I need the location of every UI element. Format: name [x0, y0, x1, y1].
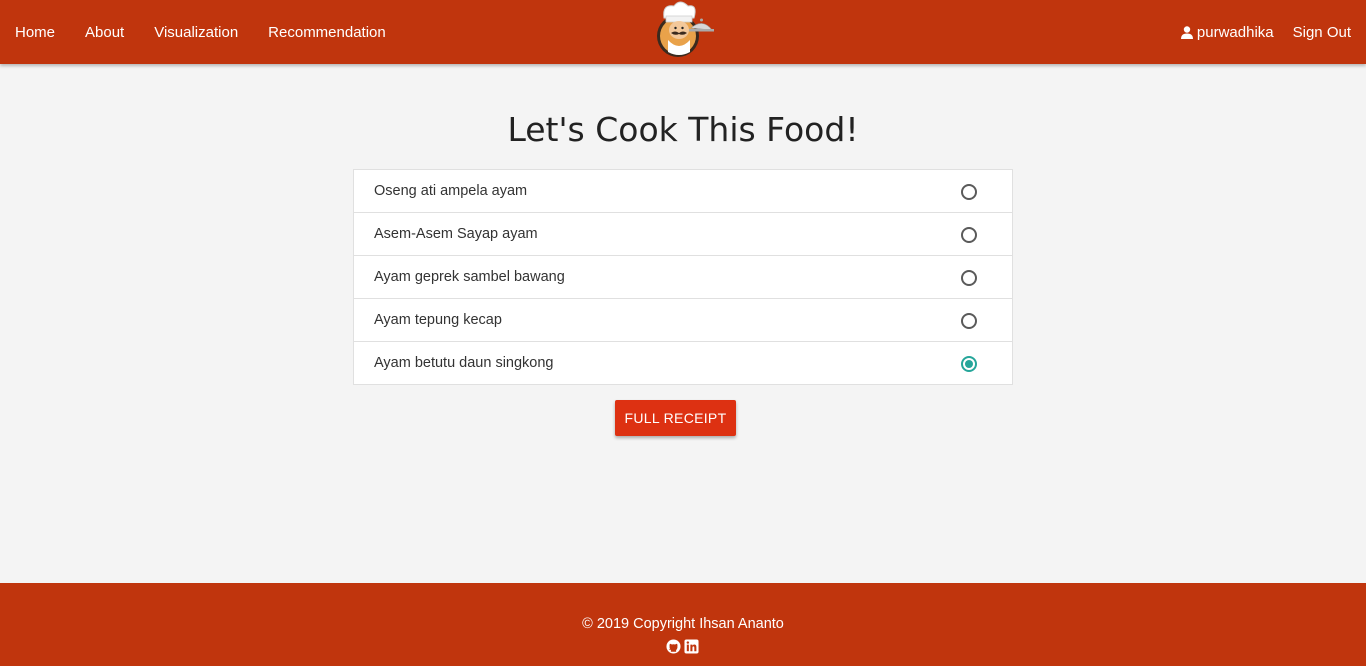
recipe-option-radio[interactable] — [961, 356, 977, 372]
nav-about-link[interactable]: About — [85, 24, 124, 41]
recipe-option[interactable]: Asem-Asem Sayap ayam — [354, 213, 1012, 256]
recipe-option-label: Oseng ati ampela ayam — [374, 183, 528, 199]
copyright-text: © 2019 Copyright Ihsan Ananto — [582, 616, 784, 632]
recipe-option-radio[interactable] — [961, 227, 977, 243]
recipe-option[interactable]: Ayam betutu daun singkong — [354, 342, 1012, 384]
page-title: Let's Cook This Food! — [507, 110, 859, 149]
linkedin-icon[interactable] — [684, 639, 699, 654]
recipe-options-list: Oseng ati ampela ayam Asem-Asem Sayap ay… — [353, 169, 1013, 385]
github-icon[interactable] — [666, 639, 681, 654]
full-receipt-button[interactable]: FULL RECEIPT — [615, 400, 736, 436]
recipe-option-radio[interactable] — [961, 184, 977, 200]
social-links — [666, 639, 699, 654]
recipe-option[interactable]: Oseng ati ampela ayam — [354, 170, 1012, 213]
user-menu[interactable]: purwadhika — [1180, 23, 1274, 41]
username-label: purwadhika — [1196, 23, 1274, 41]
recipe-option-label: Asem-Asem Sayap ayam — [374, 226, 538, 242]
recipe-option-label: Ayam geprek sambel bawang — [374, 269, 565, 285]
user-icon — [1180, 25, 1193, 39]
footer: © 2019 Copyright Ihsan Ananto — [0, 583, 1366, 666]
recipe-option[interactable]: Ayam geprek sambel bawang — [354, 256, 1012, 299]
navbar: Home About Visualization Recommendation — [0, 0, 1366, 64]
sign-out-link[interactable]: Sign Out — [1293, 24, 1351, 41]
recipe-option-radio[interactable] — [961, 270, 977, 286]
recipe-option-radio[interactable] — [961, 313, 977, 329]
recipe-option[interactable]: Ayam tepung kecap — [354, 299, 1012, 342]
chef-logo[interactable] — [650, 0, 716, 62]
recipe-option-label: Ayam betutu daun singkong — [374, 355, 554, 371]
nav-user-area: purwadhika Sign Out — [1180, 0, 1351, 64]
nav-links: Home About Visualization Recommendation — [15, 0, 416, 64]
nav-home-link[interactable]: Home — [15, 24, 55, 41]
nav-recommendation-link[interactable]: Recommendation — [268, 24, 386, 41]
nav-visualization-link[interactable]: Visualization — [154, 24, 238, 41]
recipe-option-label: Ayam tepung kecap — [374, 312, 502, 328]
